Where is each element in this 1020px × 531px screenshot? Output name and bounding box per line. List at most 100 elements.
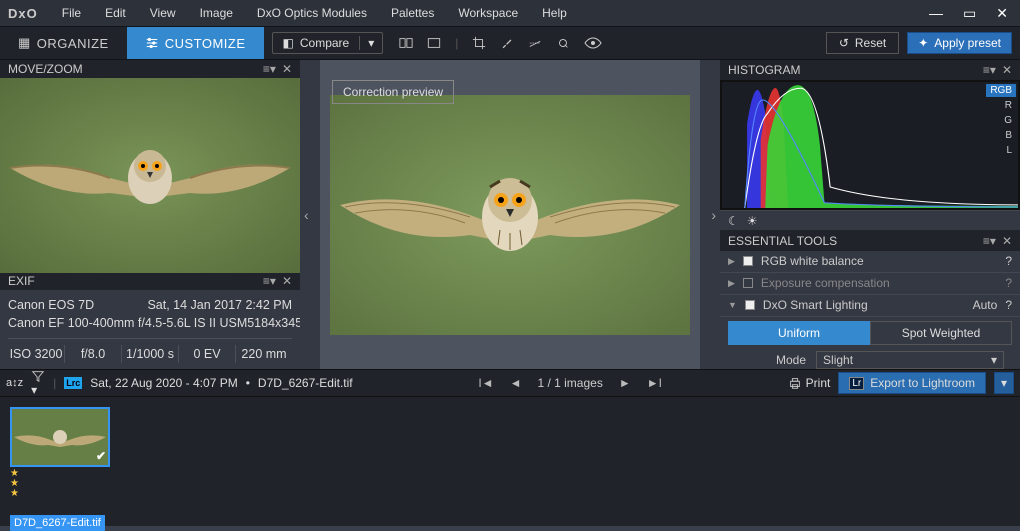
hist-channel-l[interactable]: L: [986, 144, 1016, 157]
mode-customize-label: CUSTOMIZE: [165, 36, 246, 51]
sidebyside-icon[interactable]: [399, 36, 413, 50]
eye-icon[interactable]: [584, 36, 602, 50]
reset-button[interactable]: ↺ Reset: [826, 32, 899, 54]
mode-label: Mode: [776, 353, 806, 367]
panel-close-icon[interactable]: ✕: [282, 62, 292, 76]
nav-last-icon[interactable]: ►I: [647, 376, 662, 390]
essential-tools-header[interactable]: ESSENTIAL TOOLS ≡▾ ✕: [720, 230, 1020, 250]
export-to-lightroom-button[interactable]: Lr Export to Lightroom: [838, 372, 986, 394]
tool-exposure[interactable]: ▶ Exposure compensation ?: [720, 273, 1020, 295]
mode-select[interactable]: Slight ▾: [816, 351, 1004, 369]
collapse-icon: ▼: [728, 300, 737, 310]
nav-next-icon[interactable]: ►: [619, 376, 631, 390]
sort-icon[interactable]: a↕z: [6, 377, 23, 389]
reset-label: Reset: [855, 36, 886, 50]
mode-organize-button[interactable]: ▦ ORGANIZE: [0, 27, 127, 59]
tool-smart-lighting[interactable]: ▼ DxO Smart Lighting Auto?: [720, 295, 1020, 317]
exif-header[interactable]: EXIF ≡▾ ✕: [0, 273, 300, 291]
compare-dropdown[interactable]: ▾: [359, 36, 382, 50]
crop-icon[interactable]: [472, 36, 486, 50]
menu-palettes[interactable]: Palettes: [379, 6, 446, 20]
panel-close-icon[interactable]: ✕: [1002, 63, 1012, 77]
help-icon[interactable]: ?: [1005, 254, 1012, 268]
menu-image[interactable]: Image: [188, 6, 245, 20]
panel-menu-icon[interactable]: ≡▾: [263, 274, 276, 288]
thumbnail-rating[interactable]: ★★★: [10, 469, 110, 499]
mode-value: Slight: [823, 353, 853, 367]
exif-lens: Canon EF 100-400mm f/4.5-5.6L IS II USM: [8, 314, 247, 332]
sliders-icon: [145, 36, 159, 50]
horizon-icon[interactable]: [528, 36, 542, 50]
fullscreen-icon[interactable]: [427, 36, 441, 50]
hist-channel-g[interactable]: G: [986, 114, 1016, 127]
auto-label[interactable]: Auto: [973, 298, 998, 312]
exif-title: EXIF: [8, 274, 35, 288]
window-maximize-icon[interactable]: ▭: [963, 5, 976, 22]
compare-button[interactable]: ◧ Compare: [273, 33, 360, 53]
compare-label: Compare: [300, 36, 349, 50]
compare-icon: ◧: [283, 36, 294, 50]
essential-tools-title: ESSENTIAL TOOLS: [728, 234, 837, 248]
mode-customize-button[interactable]: CUSTOMIZE: [127, 27, 264, 59]
brush-white-balance-icon[interactable]: [500, 36, 514, 50]
tool-label: DxO Smart Lighting: [763, 298, 868, 312]
menu-edit[interactable]: Edit: [93, 6, 138, 20]
thumbnail-filename: D7D_6267-Edit.tif: [10, 515, 105, 531]
exif-iso: ISO 3200: [8, 345, 65, 363]
lr-badge-icon: Lr: [849, 377, 864, 390]
image-counter: 1 / 1 images: [537, 376, 602, 390]
app-logo: DxO: [8, 6, 50, 21]
left-panel-stack: MOVE/ZOOM ≡▾✕ EXIF ≡: [0, 60, 300, 369]
shadow-clip-icon[interactable]: ☾: [728, 214, 739, 228]
panel-close-icon[interactable]: ✕: [282, 274, 292, 288]
menu-view[interactable]: View: [138, 6, 188, 20]
tool-label: RGB white balance: [761, 254, 864, 268]
image-preview[interactable]: Correction preview: [320, 60, 700, 369]
help-icon[interactable]: ?: [1005, 276, 1012, 290]
repair-icon[interactable]: [556, 36, 570, 50]
histogram-body[interactable]: RGB R G B L: [720, 80, 1020, 210]
move-zoom-header[interactable]: MOVE/ZOOM ≡▾ ✕: [0, 60, 300, 78]
move-zoom-title: MOVE/ZOOM: [8, 62, 83, 76]
film-info-bar: a↕z ▾ | Lrc Sat, 22 Aug 2020 - 4:07 PM •…: [0, 369, 1020, 397]
tool-toggle[interactable]: [743, 278, 753, 288]
menu-bar: DxO File Edit View Image DxO Optics Modu…: [0, 0, 1020, 26]
panel-menu-icon[interactable]: ≡▾: [983, 63, 996, 77]
exif-aperture: f/8.0: [65, 345, 122, 363]
histogram-header[interactable]: HISTOGRAM ≡▾✕: [720, 60, 1020, 80]
filter-icon[interactable]: ▾: [31, 369, 45, 397]
nav-first-icon[interactable]: I◄: [478, 376, 493, 390]
window-minimize-icon[interactable]: —: [929, 5, 943, 22]
nav-prev-icon[interactable]: ◄: [510, 376, 522, 390]
print-button[interactable]: Print: [788, 376, 831, 390]
menu-optics[interactable]: DxO Optics Modules: [245, 6, 379, 20]
workspace: MOVE/ZOOM ≡▾✕ EXIF ≡: [0, 60, 1020, 369]
exif-camera: Canon EOS 7D: [8, 296, 94, 314]
export-dropdown[interactable]: ▾: [994, 372, 1014, 394]
hist-channel-b[interactable]: B: [986, 129, 1016, 142]
panel-menu-icon[interactable]: ≡▾: [983, 234, 996, 248]
thumbnail[interactable]: ✔: [10, 407, 110, 467]
panel-close-icon[interactable]: ✕: [1002, 234, 1012, 248]
export-label: Export to Lightroom: [870, 376, 975, 390]
menu-workspace[interactable]: Workspace: [446, 6, 530, 20]
spot-weighted-button[interactable]: Spot Weighted: [870, 321, 1012, 345]
panel-menu-icon[interactable]: ≡▾: [263, 62, 276, 76]
left-panel-collapse-icon[interactable]: ‹: [304, 207, 309, 223]
apply-preset-button[interactable]: ✦ Apply preset: [907, 32, 1012, 54]
help-icon[interactable]: ?: [1005, 298, 1012, 312]
highlight-clip-icon[interactable]: ☀: [747, 214, 758, 228]
tool-white-balance[interactable]: ▶ RGB white balance ?: [720, 251, 1020, 273]
menu-help[interactable]: Help: [530, 6, 579, 20]
menu-file[interactable]: File: [50, 6, 93, 20]
right-panel-collapse-icon[interactable]: ›: [711, 207, 716, 223]
tool-toggle[interactable]: [745, 300, 755, 310]
tool-toggle[interactable]: [743, 256, 753, 266]
chevron-down-icon: ▾: [991, 353, 997, 367]
apply-preset-label: Apply preset: [934, 36, 1001, 50]
uniform-button[interactable]: Uniform: [728, 321, 870, 345]
move-zoom-thumbnail[interactable]: [0, 78, 300, 273]
window-close-icon[interactable]: ✕: [996, 5, 1008, 22]
hist-channel-r[interactable]: R: [986, 99, 1016, 112]
hist-channel-rgb[interactable]: RGB: [986, 84, 1016, 97]
